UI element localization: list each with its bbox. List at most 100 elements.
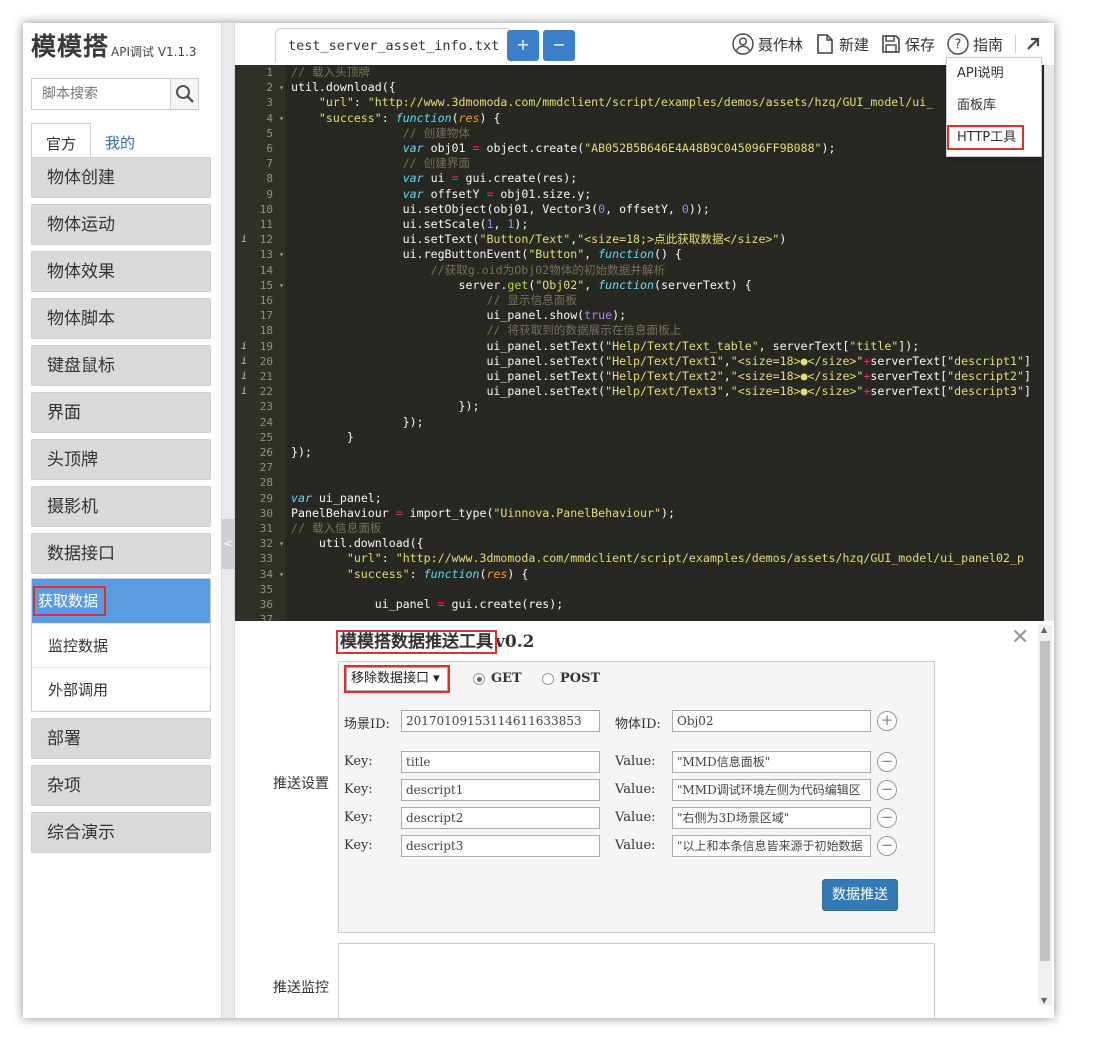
sidebar-item-camera[interactable]: 摄影机 bbox=[31, 486, 211, 527]
key-label: Key: bbox=[344, 810, 373, 825]
add-file-button[interactable]: + bbox=[507, 30, 539, 61]
push-monitor-label: 推送监控 bbox=[273, 980, 329, 996]
value-label: Value: bbox=[615, 810, 656, 825]
panel-title: 模模搭数据推送工具 v0.2 bbox=[336, 627, 535, 654]
search-input[interactable] bbox=[31, 78, 171, 110]
radio-post-label: POST bbox=[560, 671, 601, 686]
save-button[interactable]: 保存 bbox=[881, 34, 935, 55]
sidebar-menu: 物体创建 物体运动 物体效果 物体脚本 键盘鼠标 界面 头顶牌 摄影机 数据接口… bbox=[31, 157, 211, 859]
scroll-thumb[interactable] bbox=[1040, 641, 1050, 961]
line-gutter: 1 2 ▾ 3 4 ▾ 5 6 7 8 9 10 11 i 12 13 ▾ 14 15 ▾… bbox=[235, 65, 285, 621]
sidebar-tabs: 官方 我的 bbox=[31, 123, 149, 159]
svg-text:?: ? bbox=[955, 38, 962, 53]
value-input[interactable]: "MMD调试环境左侧为代码编辑区 bbox=[672, 779, 871, 801]
key-label: Key: bbox=[344, 782, 373, 797]
scene-id-label: 场景ID: bbox=[344, 717, 390, 732]
data-interface-submenu: 获取数据 监控数据 外部调用 bbox=[31, 578, 211, 712]
add-pair-button[interactable]: + bbox=[877, 711, 897, 731]
remove-pair-button[interactable]: − bbox=[877, 752, 897, 772]
scroll-up-icon[interactable]: ▲ bbox=[1041, 625, 1047, 634]
sidebar-item-keyboard-mouse[interactable]: 键盘鼠标 bbox=[31, 345, 211, 386]
scroll-down-icon[interactable]: ▼ bbox=[1041, 996, 1047, 1005]
menu-item-http-tool-label: HTTP工具 bbox=[946, 125, 1025, 150]
app-window: 模模搭 API调试 V1.1.3 官方 我的 物体创建 物体运动 物体效果 物体… bbox=[23, 23, 1054, 1018]
panel-scrollbar[interactable]: ▲ ▼ bbox=[1038, 625, 1052, 1005]
sidebar-item-ui[interactable]: 界面 bbox=[31, 392, 211, 433]
value-input[interactable]: "右侧为3D场景区域" bbox=[672, 807, 871, 829]
radio-post[interactable]: POST bbox=[542, 671, 600, 686]
guide-label: 指南 bbox=[972, 35, 1003, 54]
object-id-label: 物体ID: bbox=[615, 717, 661, 732]
sidebar-item-demo[interactable]: 综合演示 bbox=[31, 812, 211, 853]
close-icon: ✕ bbox=[1011, 625, 1030, 650]
menu-item-http-tool[interactable]: HTTP工具 bbox=[946, 122, 1041, 154]
minus-icon: − bbox=[880, 836, 894, 854]
minus-icon: − bbox=[880, 808, 894, 826]
toolbar-actions: 聂作林 新建 保存 ? 指南 bbox=[732, 29, 1054, 59]
value-label: Value: bbox=[615, 754, 656, 769]
file-tab[interactable]: test_server_asset_info.txt bbox=[275, 28, 513, 62]
subitem-get-data-label: 获取数据 bbox=[32, 586, 107, 616]
value-label: Value: bbox=[615, 838, 656, 853]
subitem-monitor-data[interactable]: 监控数据 bbox=[32, 623, 210, 667]
sidebar-item-object-create[interactable]: 物体创建 bbox=[31, 157, 211, 198]
key-input[interactable]: descript2 bbox=[401, 807, 600, 829]
push-monitor-output[interactable] bbox=[338, 943, 935, 1018]
collapse-sidebar-button[interactable]: < bbox=[221, 519, 235, 569]
sidebar-item-data-interface[interactable]: 数据接口 bbox=[31, 533, 211, 574]
sidebar-item-object-script[interactable]: 物体脚本 bbox=[31, 298, 211, 339]
menu-item-panel-library[interactable]: 面板库 bbox=[947, 90, 1041, 122]
menu-item-api-docs[interactable]: API说明 bbox=[947, 58, 1041, 90]
object-id-input[interactable]: Obj02 bbox=[672, 710, 871, 732]
key-input[interactable]: descript1 bbox=[401, 779, 600, 801]
radio-get[interactable]: GET bbox=[473, 671, 522, 686]
user-icon bbox=[732, 33, 754, 55]
tab-official[interactable]: 官方 bbox=[31, 123, 92, 159]
sidebar: 模模搭 API调试 V1.1.3 官方 我的 物体创建 物体运动 物体效果 物体… bbox=[23, 23, 221, 1018]
chevron-left-icon: < bbox=[223, 537, 233, 550]
value-label: Value: bbox=[615, 782, 656, 797]
scene-id-input[interactable]: 20170109153114611633853 bbox=[401, 710, 600, 732]
logo-text: 模模搭 bbox=[31, 32, 110, 61]
sidebar-item-misc[interactable]: 杂项 bbox=[31, 765, 211, 806]
search-button[interactable] bbox=[171, 78, 199, 110]
remove-pair-button[interactable]: − bbox=[877, 808, 897, 828]
push-settings-label: 推送设置 bbox=[273, 776, 329, 792]
logo: 模模搭 API调试 V1.1.3 bbox=[31, 29, 197, 63]
radio-post-dot bbox=[542, 672, 554, 685]
remove-file-button[interactable]: − bbox=[543, 30, 575, 61]
editor-toolbar: test_server_asset_info.txt + − 聂作林 新建 保存… bbox=[235, 23, 1054, 65]
close-panel-button[interactable]: ✕ bbox=[1011, 625, 1029, 650]
open-external-button[interactable] bbox=[1015, 35, 1046, 53]
help-icon: ? bbox=[947, 33, 969, 55]
push-data-button[interactable]: 数据推送 bbox=[822, 879, 898, 911]
sidebar-item-deploy[interactable]: 部署 bbox=[31, 718, 211, 759]
search-icon bbox=[175, 85, 194, 103]
panel-version: v0.2 bbox=[495, 632, 535, 652]
code-editor[interactable]: 1 2 ▾ 3 4 ▾ 5 6 7 8 9 10 11 i 12 13 ▾ 14 15 ▾… bbox=[235, 65, 1054, 621]
sidebar-item-headboard[interactable]: 头顶牌 bbox=[31, 439, 211, 480]
user-menu[interactable]: 聂作林 bbox=[732, 33, 803, 55]
tab-mine[interactable]: 我的 bbox=[91, 123, 149, 159]
sidebar-item-object-motion[interactable]: 物体运动 bbox=[31, 204, 211, 245]
radio-get-dot bbox=[473, 672, 485, 685]
panel-title-text: 模模搭数据推送工具 bbox=[336, 630, 497, 654]
method-select[interactable]: 移除数据接口 ▾ bbox=[344, 665, 450, 693]
sidebar-item-object-effect[interactable]: 物体效果 bbox=[31, 251, 211, 292]
subitem-external-call[interactable]: 外部调用 bbox=[32, 667, 210, 711]
radio-get-label: GET bbox=[491, 671, 522, 686]
plus-icon: + bbox=[880, 711, 894, 729]
key-input[interactable]: descript3 bbox=[401, 835, 600, 857]
new-button[interactable]: 新建 bbox=[815, 33, 869, 55]
subitem-get-data[interactable]: 获取数据 bbox=[32, 579, 210, 623]
value-input[interactable]: "MMD信息面板" bbox=[672, 751, 871, 773]
key-label: Key: bbox=[344, 838, 373, 853]
logo-version: API调试 V1.1.3 bbox=[111, 45, 197, 59]
guide-button[interactable]: ? 指南 bbox=[947, 33, 1003, 55]
key-input[interactable]: title bbox=[401, 751, 600, 773]
editor-scrollbar[interactable] bbox=[1044, 65, 1054, 621]
remove-pair-button[interactable]: − bbox=[877, 836, 897, 856]
remove-pair-button[interactable]: − bbox=[877, 780, 897, 800]
new-label: 新建 bbox=[838, 35, 869, 54]
value-input[interactable]: "以上和本条信息皆来源于初始数据 bbox=[672, 835, 871, 857]
